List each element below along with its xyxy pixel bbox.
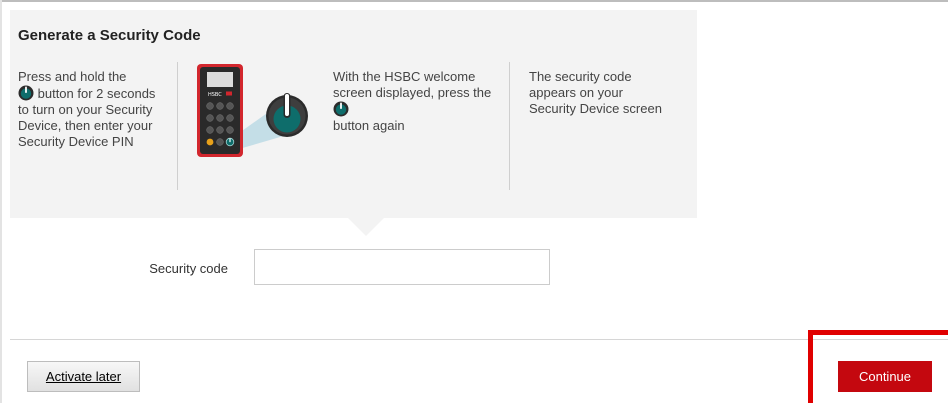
- step-1-text-start: Press and hold the: [18, 69, 127, 84]
- continue-button[interactable]: Continue: [838, 361, 932, 392]
- footer-divider: [10, 339, 948, 340]
- power-button-icon: [18, 85, 34, 101]
- step-divider: [509, 62, 510, 190]
- power-button-icon: [333, 101, 349, 117]
- activate-later-button[interactable]: Activate later: [27, 361, 140, 392]
- step-1-instruction: Press and hold the button for 2 seconds …: [18, 69, 168, 150]
- step-2-text-start: With the HSBC welcome screen displayed, …: [333, 69, 492, 100]
- step-2-text-end: button again: [333, 118, 405, 133]
- step-divider: [177, 62, 178, 190]
- window-left-border: [0, 0, 2, 403]
- panel-pointer: [348, 218, 384, 236]
- window-top-border: [0, 0, 948, 2]
- security-code-input[interactable]: [254, 249, 550, 285]
- device-brand-label: HSBC: [208, 92, 222, 98]
- step-1-text-end: button for 2 seconds to turn on your Sec…: [18, 86, 156, 149]
- step-3-instruction: The security code appears on your Securi…: [529, 69, 662, 116]
- security-device-icon: HSBC: [195, 63, 320, 163]
- panel-title: Generate a Security Code: [18, 27, 201, 44]
- security-code-label: Security code: [149, 261, 228, 276]
- step-2-instruction: With the HSBC welcome screen displayed, …: [333, 69, 493, 134]
